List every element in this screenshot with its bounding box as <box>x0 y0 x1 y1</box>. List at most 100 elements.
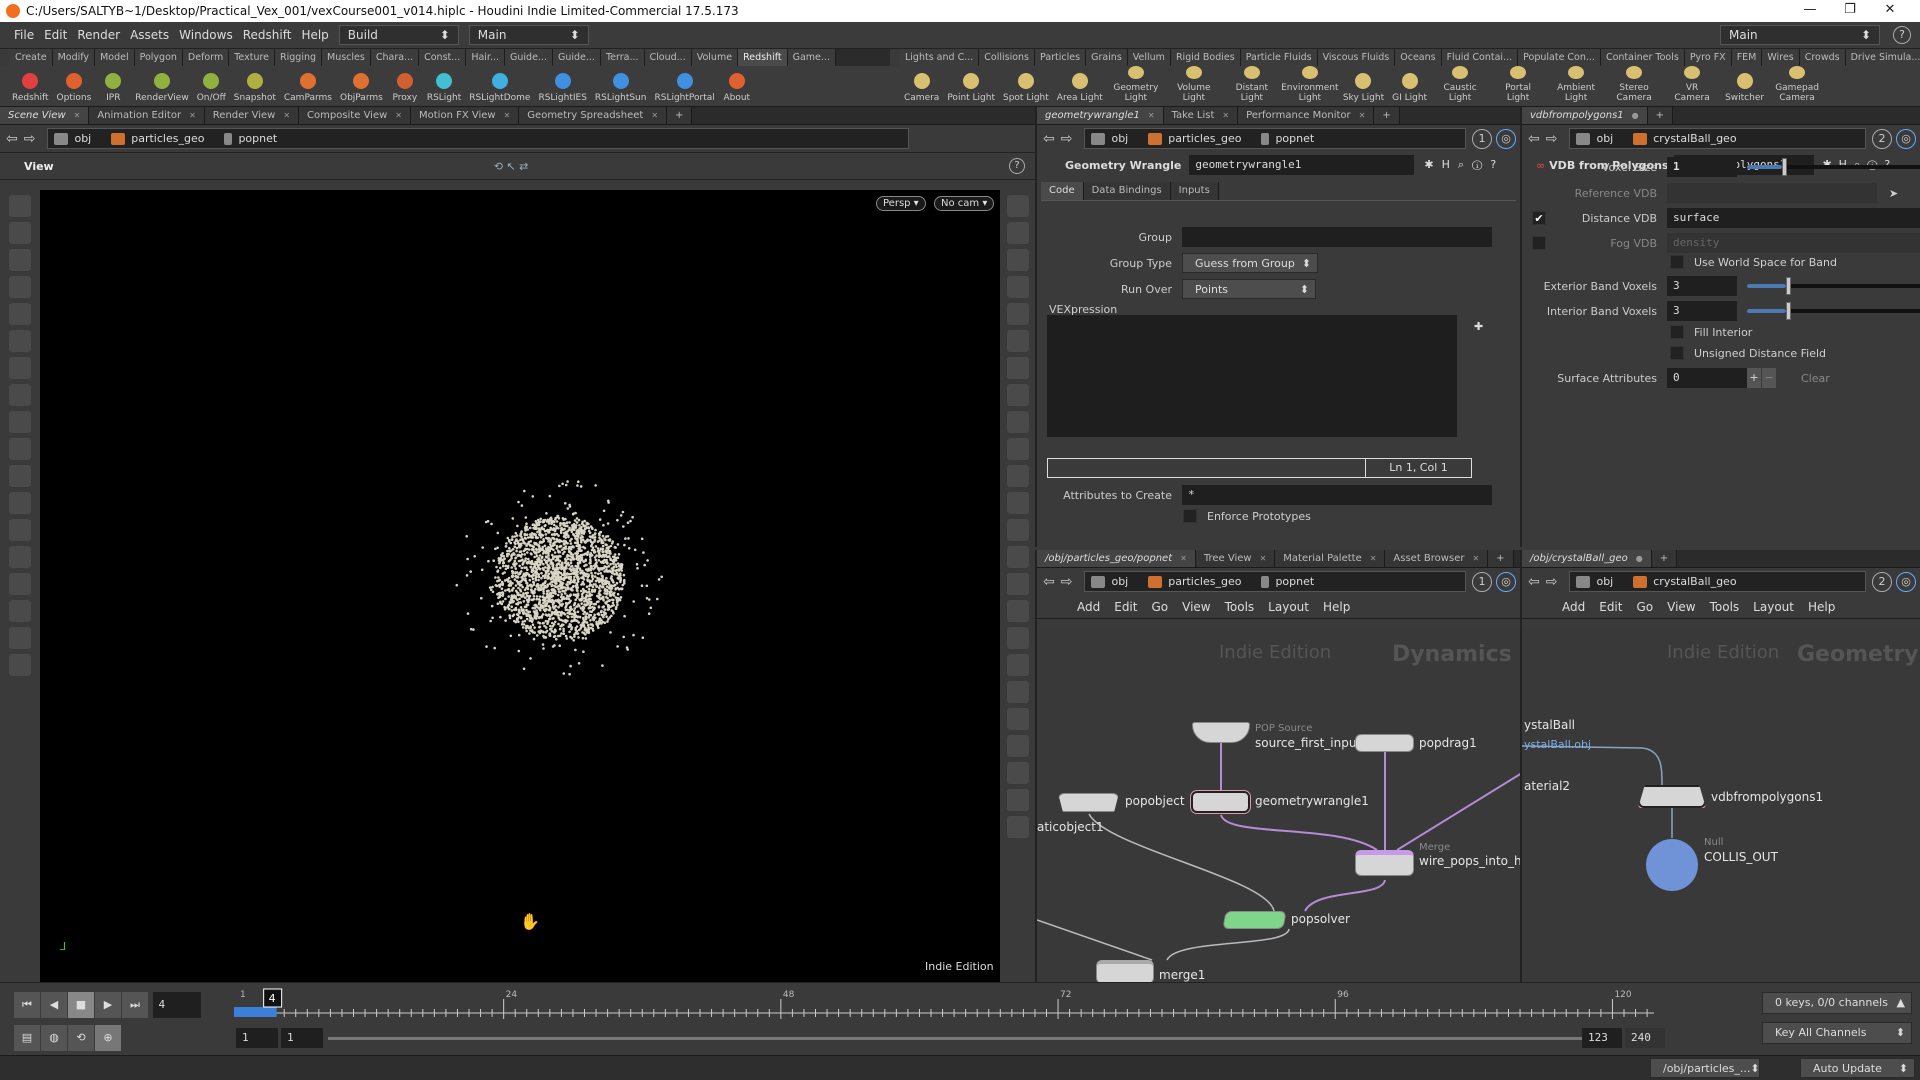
net-menu-item[interactable]: Help <box>1323 600 1350 614</box>
tool-button[interactable] <box>1006 600 1029 622</box>
node-header-icons[interactable]: ✱H⌕ⓘ? <box>1424 158 1504 172</box>
close-tab-icon[interactable]: ✕ <box>504 111 511 120</box>
pane-tab[interactable]: Animation Editor ✕ <box>89 107 205 124</box>
tool-button[interactable] <box>1006 654 1029 676</box>
tool-button[interactable] <box>1006 195 1029 217</box>
shelf-tool[interactable]: Point Light <box>943 66 999 106</box>
add-tab-button[interactable]: + <box>1651 550 1678 567</box>
voxel-size-slider[interactable] <box>1747 158 1920 176</box>
shelf-tool[interactable]: Sky Light <box>1339 66 1388 106</box>
shelf-tab[interactable]: Redshift <box>738 49 788 66</box>
shelf-tab[interactable]: Terra... <box>600 49 645 66</box>
shelf-tool[interactable]: ObjParms <box>336 66 387 106</box>
loop-button[interactable]: ⟲ <box>68 1025 94 1051</box>
crumb-obj[interactable]: obj <box>1576 132 1613 145</box>
shelf-tab[interactable]: Cloud... <box>644 49 692 66</box>
tool-button[interactable] <box>1006 465 1029 487</box>
distance-vdb-field[interactable]: surface <box>1667 208 1920 228</box>
pane-tab[interactable]: Take List ✕ <box>1163 107 1239 124</box>
attributes-to-create-field[interactable]: * <box>1182 485 1492 505</box>
close-tab-icon[interactable]: ✕ <box>189 111 196 120</box>
shelf-tab[interactable]: Drive Simula... <box>1845 49 1920 66</box>
shelf-tab[interactable]: Viscous Fluids <box>1317 49 1396 66</box>
menu-assets[interactable]: Assets <box>130 28 169 42</box>
shelf-tool[interactable]: Redshift <box>8 66 53 106</box>
run-over-menu[interactable]: Points ⬍ <box>1182 279 1316 299</box>
tool-button[interactable] <box>9 384 31 406</box>
exterior-band-field[interactable]: 3 <box>1667 276 1737 296</box>
shelf-tool[interactable]: On/Off <box>193 66 230 106</box>
param-path[interactable]: obj particles_geo popnet <box>1084 128 1466 149</box>
shelf-tool[interactable]: IPR <box>95 66 131 106</box>
tool-button[interactable] <box>1006 303 1029 325</box>
pane-tab[interactable]: Tree View ✕ <box>1195 550 1276 567</box>
crumb-crystalball-geo[interactable]: crystalBall_geo <box>1633 575 1737 588</box>
shelf-tool[interactable]: Caustic Light <box>1431 66 1489 106</box>
maximize-button[interactable]: ❐ <box>1830 2 1870 17</box>
tool-button[interactable] <box>1006 492 1029 514</box>
tool-button[interactable] <box>1006 249 1029 271</box>
tool-button[interactable] <box>1006 384 1029 406</box>
node-popdrag1[interactable] <box>1355 734 1414 752</box>
shelf-tool[interactable]: Snapshot <box>230 66 280 106</box>
forward-icon[interactable]: ⇨ <box>24 131 36 147</box>
close-tab-icon[interactable]: ✕ <box>283 111 290 120</box>
close-tab-icon[interactable]: ✕ <box>1148 111 1155 120</box>
menu-edit[interactable]: Edit <box>44 28 67 42</box>
exterior-band-slider[interactable] <box>1747 277 1920 295</box>
shelf-tool[interactable]: Switcher <box>1721 66 1768 106</box>
shelf-tool[interactable]: Camera <box>900 66 943 106</box>
tool-button[interactable] <box>9 465 31 487</box>
crumb-popnet[interactable]: popnet <box>1261 132 1314 145</box>
enforce-prototypes-checkbox[interactable] <box>1183 509 1197 523</box>
fog-vdb-checkbox[interactable] <box>1532 236 1546 250</box>
pane-link-number[interactable]: 1 <box>1472 128 1492 149</box>
pane-link-number[interactable]: 1 <box>1472 571 1492 592</box>
minimize-button[interactable]: — <box>1790 2 1830 17</box>
net-menu-item[interactable]: Go <box>1636 600 1653 614</box>
shelf-tool[interactable]: RSLight <box>423 66 465 106</box>
tool-button[interactable] <box>1006 222 1029 244</box>
tab-data-bindings[interactable]: Data Bindings <box>1083 182 1171 200</box>
tool-button[interactable] <box>1006 816 1029 838</box>
shelf-tab[interactable]: Const... <box>419 49 467 66</box>
add-spare-parms-icon[interactable]: ✚ <box>1474 320 1483 333</box>
tool-button[interactable] <box>9 492 31 514</box>
node-merge-wire-pops[interactable] <box>1355 850 1414 876</box>
shelf-tab[interactable]: Hair... <box>466 49 506 66</box>
tool-button[interactable] <box>1006 330 1029 352</box>
net-menu-item[interactable]: Help <box>1808 600 1835 614</box>
playback-end-field[interactable]: 123 <box>1582 1028 1622 1048</box>
group-type-menu[interactable]: Guess from Group ⬍ <box>1182 253 1318 273</box>
start-frame-field[interactable]: 1 <box>236 1028 278 1048</box>
tab-inputs[interactable]: Inputs <box>1170 182 1219 200</box>
node-popobject[interactable] <box>1058 793 1119 812</box>
pane-tab[interactable]: Asset Browser ✕ <box>1385 550 1489 567</box>
pane-link-number[interactable]: 2 <box>1872 128 1892 149</box>
shelf-tab[interactable]: Crowds <box>1799 49 1846 66</box>
tool-button[interactable] <box>1006 357 1029 379</box>
close-tab-icon[interactable]: ✕ <box>1180 554 1187 563</box>
tool-button[interactable] <box>1006 681 1029 703</box>
menu-help[interactable]: Help <box>301 28 328 42</box>
desktop-select[interactable]: Build ⬍ <box>338 25 459 45</box>
tool-button[interactable] <box>1006 573 1029 595</box>
net-menu-item[interactable]: Add <box>1562 600 1585 614</box>
menu-windows[interactable]: Windows <box>179 28 233 42</box>
net-menu-item[interactable]: View <box>1667 600 1695 614</box>
pane-link-number[interactable]: 2 <box>1872 571 1892 592</box>
crumb-particles-geo[interactable]: particles_geo <box>1148 575 1241 588</box>
shelf-tab[interactable]: Volume <box>691 49 739 66</box>
shelf-tool[interactable]: About <box>719 66 755 106</box>
pane-tab[interactable]: Performance Monitor ✕ <box>1238 107 1375 124</box>
back-icon[interactable]: ⇦ <box>6 131 18 147</box>
shelf-tool[interactable]: Options <box>53 66 96 106</box>
jump-end-button[interactable]: ⏭ <box>122 992 148 1018</box>
net-menu-item[interactable]: Go <box>1151 600 1168 614</box>
reference-vdb-field[interactable] <box>1667 183 1877 203</box>
add-tab-button[interactable]: + <box>1374 107 1400 124</box>
audio-button[interactable]: ◍ <box>41 1025 67 1051</box>
forward-icon[interactable]: ⇨ <box>1061 131 1073 147</box>
tool-button[interactable] <box>9 330 31 352</box>
net-menu-item[interactable]: Add <box>1077 600 1100 614</box>
